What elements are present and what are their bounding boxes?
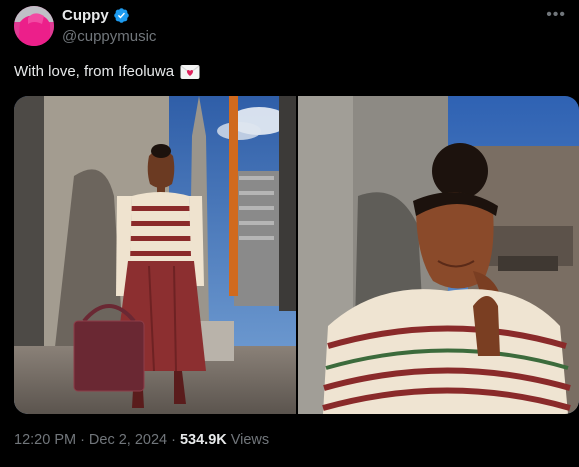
tweet-time[interactable]: 12:20 PM [14,432,76,448]
meta-separator: · [171,432,176,448]
verified-badge-icon [113,8,129,23]
views-count: 534.9K [179,432,227,448]
display-name[interactable]: Cuppy [62,7,109,24]
tweet-meta: 12:20 PM · Dec 2, 2024 · 534.9K Views [14,432,269,448]
meta-separator: · [80,432,85,448]
avatar-image [14,6,54,46]
avatar[interactable] [14,6,54,46]
author-name-row: Cuppy [62,7,130,24]
media-grid [14,96,579,414]
views-label: Views [230,432,270,448]
tweet-text: With love, from Ifeoluwa [14,63,200,80]
photo-1-image [14,96,296,414]
author-handle[interactable]: @cuppymusic [62,28,156,45]
photo-2-image [298,96,579,414]
tweet-date[interactable]: Dec 2, 2024 [89,432,167,448]
love-letter-emoji-icon [180,64,200,79]
more-options-icon[interactable]: ••• [546,6,566,24]
photo-2[interactable] [298,96,579,414]
tweet-body: With love, from Ifeoluwa [14,63,175,80]
photo-1[interactable] [14,96,296,414]
